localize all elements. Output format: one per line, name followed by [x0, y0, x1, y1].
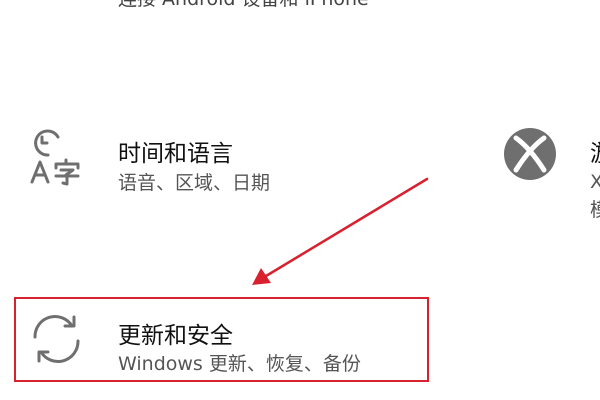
time-language-icon [28, 128, 86, 186]
settings-tile-update-security[interactable]: 更新和安全 Windows 更新、恢复、备份 [14, 297, 429, 382]
tile-description: 语音、区域、日期 [118, 172, 271, 194]
tile-title: 更新和安全 [118, 323, 233, 349]
tile-title: 时间和语言 [118, 141, 233, 167]
settings-tile-gaming[interactable]: 游 X 模 [490, 110, 600, 230]
tile-description: Windows 更新、恢复、备份 [118, 353, 361, 375]
xbox-icon [502, 126, 558, 182]
tile-title: 游 [590, 134, 600, 168]
settings-page: 连接 Android 设备和 iPhone 时间和语言 语音、区域、日期 [0, 0, 600, 400]
sync-icon [28, 313, 86, 365]
tile-description: X 模 [590, 171, 600, 221]
settings-tile-time-language[interactable]: 时间和语言 语音、区域、日期 [0, 110, 460, 220]
partial-tile-description: 连接 Android 设备和 iPhone [118, 0, 369, 11]
